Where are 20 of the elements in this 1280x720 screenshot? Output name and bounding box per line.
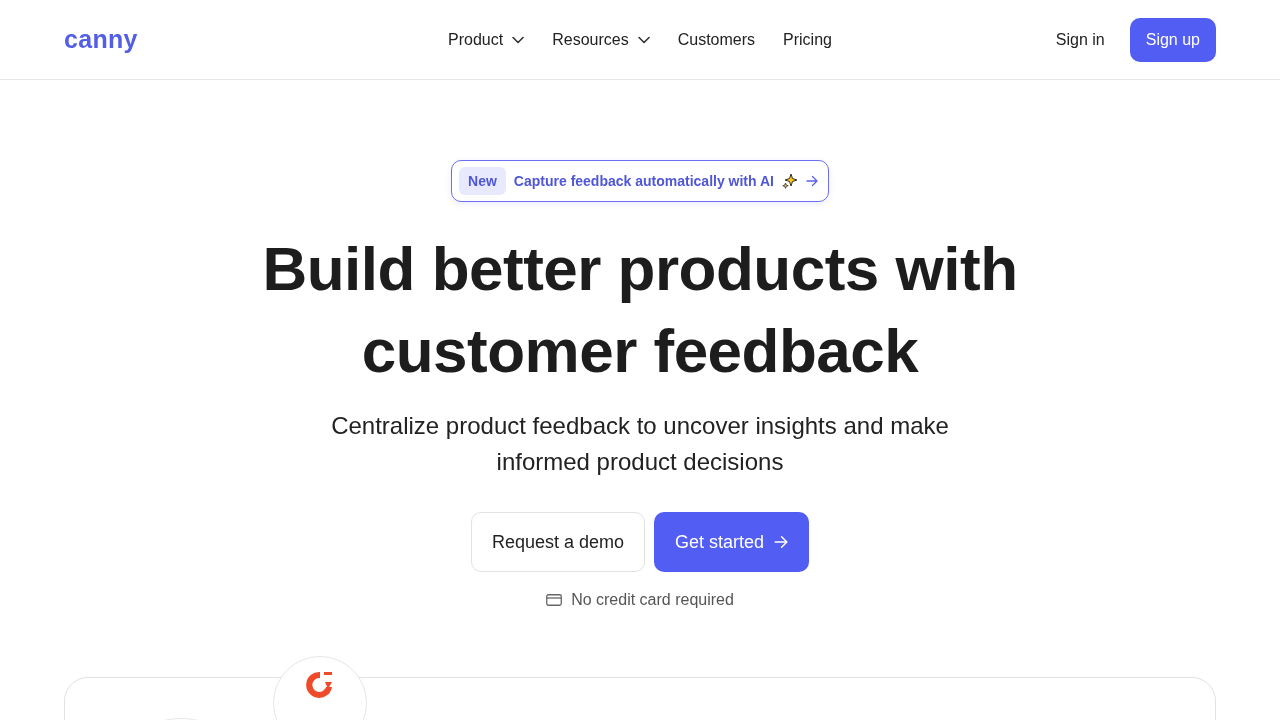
nav-link[interactable]: Product [448,30,525,49]
nav-link[interactable]: Resources [552,30,650,49]
arrow-right-icon [805,175,818,187]
credit-card-icon [546,594,563,606]
request-demo-button[interactable]: Request a demo [470,512,645,572]
nav-link[interactable]: Customers [677,30,756,49]
hero-title: customer feedback [361,315,919,387]
arrow-right-icon [774,535,789,549]
hero-title: Build better products with [262,233,1018,305]
logo[interactable]: canny [64,25,138,54]
sparkle-icon [781,173,798,189]
announcement-text: Capture feedback automatically with AI [513,173,774,189]
announcement-pill[interactable]: New Capture feedback automatically with AI [451,160,829,202]
no-credit-card-note: No credit card required [571,591,734,609]
sign-up-button[interactable]: Sign up [1129,17,1216,62]
get-started-button[interactable]: Get started [654,512,810,572]
new-badge: New [459,167,506,195]
hero-subtitle: Centralize product feedback to uncover insights and make informed product decisions [330,411,950,477]
sign-in-link[interactable]: Sign in [1055,30,1105,49]
nav-link[interactable]: Pricing [783,30,832,49]
